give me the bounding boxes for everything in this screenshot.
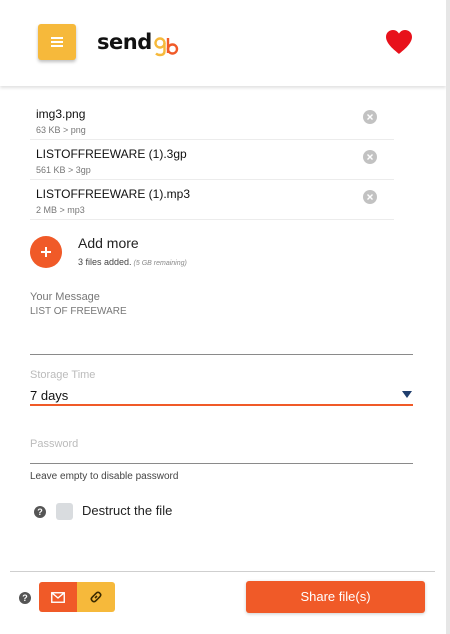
file-meta: 561 KB > 3gp xyxy=(36,165,91,175)
storage-time-label: Storage Time xyxy=(30,369,96,381)
plus-icon xyxy=(41,247,51,257)
file-name: LISTOFFREEWARE (1).mp3 xyxy=(36,187,191,201)
file-item: img3.png 63 KB > png xyxy=(30,100,394,140)
files-added-count: 3 files added. (5 GB remaining) xyxy=(78,257,187,267)
files-added-text: 3 files added. xyxy=(78,257,132,267)
footer-divider xyxy=(10,571,435,572)
message-input[interactable]: LIST OF FREEWARE xyxy=(30,306,127,317)
file-meta: 63 KB > png xyxy=(36,125,86,135)
app-header: send xyxy=(0,0,446,86)
file-meta: 2 MB > mp3 xyxy=(36,205,85,215)
logo-gb-glyph xyxy=(154,37,178,57)
add-more-button[interactable] xyxy=(30,236,62,268)
file-name: img3.png xyxy=(36,107,86,121)
password-help-text: Leave empty to disable password xyxy=(30,471,179,482)
add-more-label[interactable]: Add more xyxy=(78,235,139,251)
window-edge xyxy=(446,0,450,634)
message-label: Your Message xyxy=(30,291,100,303)
question-icon[interactable]: ? xyxy=(19,592,31,604)
file-list: img3.png 63 KB > png LISTOFFREEWARE (1).… xyxy=(30,100,394,220)
destruct-checkbox[interactable] xyxy=(56,503,73,520)
link-icon xyxy=(90,591,102,603)
close-icon xyxy=(367,114,373,120)
file-name: LISTOFFREEWARE (1).3gp xyxy=(36,147,187,161)
heart-icon[interactable] xyxy=(384,28,414,56)
share-files-button[interactable]: Share file(s) xyxy=(246,581,425,613)
email-mode-button[interactable] xyxy=(39,582,77,612)
remove-file-button[interactable] xyxy=(363,190,377,204)
close-icon xyxy=(367,194,373,200)
storage-remaining: (5 GB remaining) xyxy=(133,260,187,267)
file-item: LISTOFFREEWARE (1).3gp 561 KB > 3gp xyxy=(30,140,394,180)
storage-time-select[interactable]: 7 days xyxy=(30,388,68,403)
dropdown-arrow-icon[interactable] xyxy=(402,391,412,398)
logo-text: send xyxy=(97,30,152,54)
remove-file-button[interactable] xyxy=(363,110,377,124)
menu-button[interactable] xyxy=(38,24,76,60)
link-mode-button[interactable] xyxy=(77,582,115,612)
password-underline xyxy=(30,463,413,464)
destruct-label[interactable]: Destruct the file xyxy=(82,503,172,518)
hamburger-icon xyxy=(51,37,63,47)
storage-time-underline xyxy=(30,404,413,406)
question-icon[interactable]: ? xyxy=(34,506,46,518)
app-logo[interactable]: send xyxy=(97,28,179,57)
file-item: LISTOFFREEWARE (1).mp3 2 MB > mp3 xyxy=(30,180,394,220)
envelope-icon xyxy=(51,591,65,603)
remove-file-button[interactable] xyxy=(363,150,377,164)
message-underline xyxy=(30,354,413,355)
password-input[interactable]: Password xyxy=(30,438,78,450)
close-icon xyxy=(367,154,373,160)
send-panel: send img3.png 63 KB > png LISTOFFREEWARE… xyxy=(0,0,446,634)
